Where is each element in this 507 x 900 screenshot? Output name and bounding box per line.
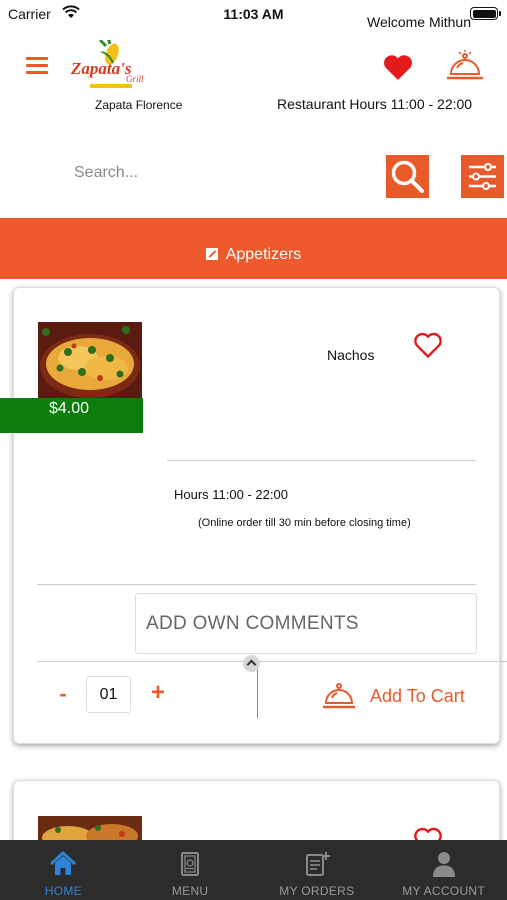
quantity-decrease-button[interactable]: -	[53, 680, 73, 708]
divider	[37, 584, 476, 585]
own-comments-input[interactable]	[135, 593, 477, 654]
search-input[interactable]	[60, 155, 360, 191]
hamburger-menu-icon[interactable]	[26, 57, 48, 75]
tab-label: MENU	[171, 884, 209, 898]
tab-my-orders[interactable]: MY ORDERS	[254, 840, 381, 900]
tab-menu[interactable]: MENU	[127, 840, 254, 900]
edit-icon	[205, 248, 218, 260]
menu-book-icon	[181, 852, 200, 876]
price-badge: $4.00	[0, 398, 143, 433]
tab-home[interactable]: HOME	[0, 840, 127, 900]
divider	[167, 460, 476, 461]
store-name: Zapata Florence	[95, 98, 183, 112]
orders-icon	[305, 852, 330, 876]
nachos-image	[38, 322, 142, 400]
zapatas-grill-logo: Zapata's Grill	[70, 40, 144, 88]
tab-my-account[interactable]: MY ACCOUNT	[380, 840, 507, 900]
product-name: Nachos	[327, 347, 375, 363]
quantity-value[interactable]: 01	[86, 676, 131, 713]
search-icon	[391, 160, 424, 193]
online-order-note: (Online order till 30 min before closing…	[198, 517, 411, 529]
vertical-separator	[257, 662, 258, 718]
add-to-cart-label: Add To Cart	[370, 685, 465, 706]
category-label: Appetizers	[225, 246, 302, 263]
favorites-heart-icon[interactable]	[382, 52, 414, 82]
collapse-chevron-up-icon[interactable]	[243, 655, 260, 672]
logo-subtext: Grill	[126, 74, 144, 84]
category-bar[interactable]: Appetizers	[0, 218, 507, 279]
account-icon	[432, 852, 455, 877]
divider	[37, 661, 507, 662]
filter-button[interactable]	[461, 155, 504, 198]
favorite-outline-heart-icon[interactable]	[413, 331, 443, 359]
category-tab-appetizers[interactable]: Appetizers	[0, 246, 507, 264]
tab-label: HOME	[44, 884, 82, 898]
quantity-increase-button[interactable]: +	[146, 679, 170, 707]
bottom-tab-bar: HOME MENU MY ORDERS MY ACCOUNT	[0, 840, 507, 900]
tab-label: MY ACCOUNT	[402, 884, 486, 898]
restaurant-hours: Restaurant Hours 11:00 - 22:00	[277, 96, 473, 112]
filter-sliders-icon	[469, 163, 496, 190]
home-icon	[50, 851, 77, 875]
logo-wordmark: Zapata's	[70, 59, 132, 78]
tab-label: MY ORDERS	[279, 884, 355, 898]
item-hours: Hours 11:00 - 22:00	[174, 487, 288, 502]
cloche-cart-icon[interactable]	[445, 50, 485, 82]
add-to-cart-button[interactable]: Add To Cart	[322, 678, 482, 714]
battery-icon	[470, 7, 501, 20]
welcome-text: Welcome Mithun	[367, 14, 472, 30]
cloche-icon	[323, 683, 355, 709]
search-button[interactable]	[386, 155, 429, 198]
